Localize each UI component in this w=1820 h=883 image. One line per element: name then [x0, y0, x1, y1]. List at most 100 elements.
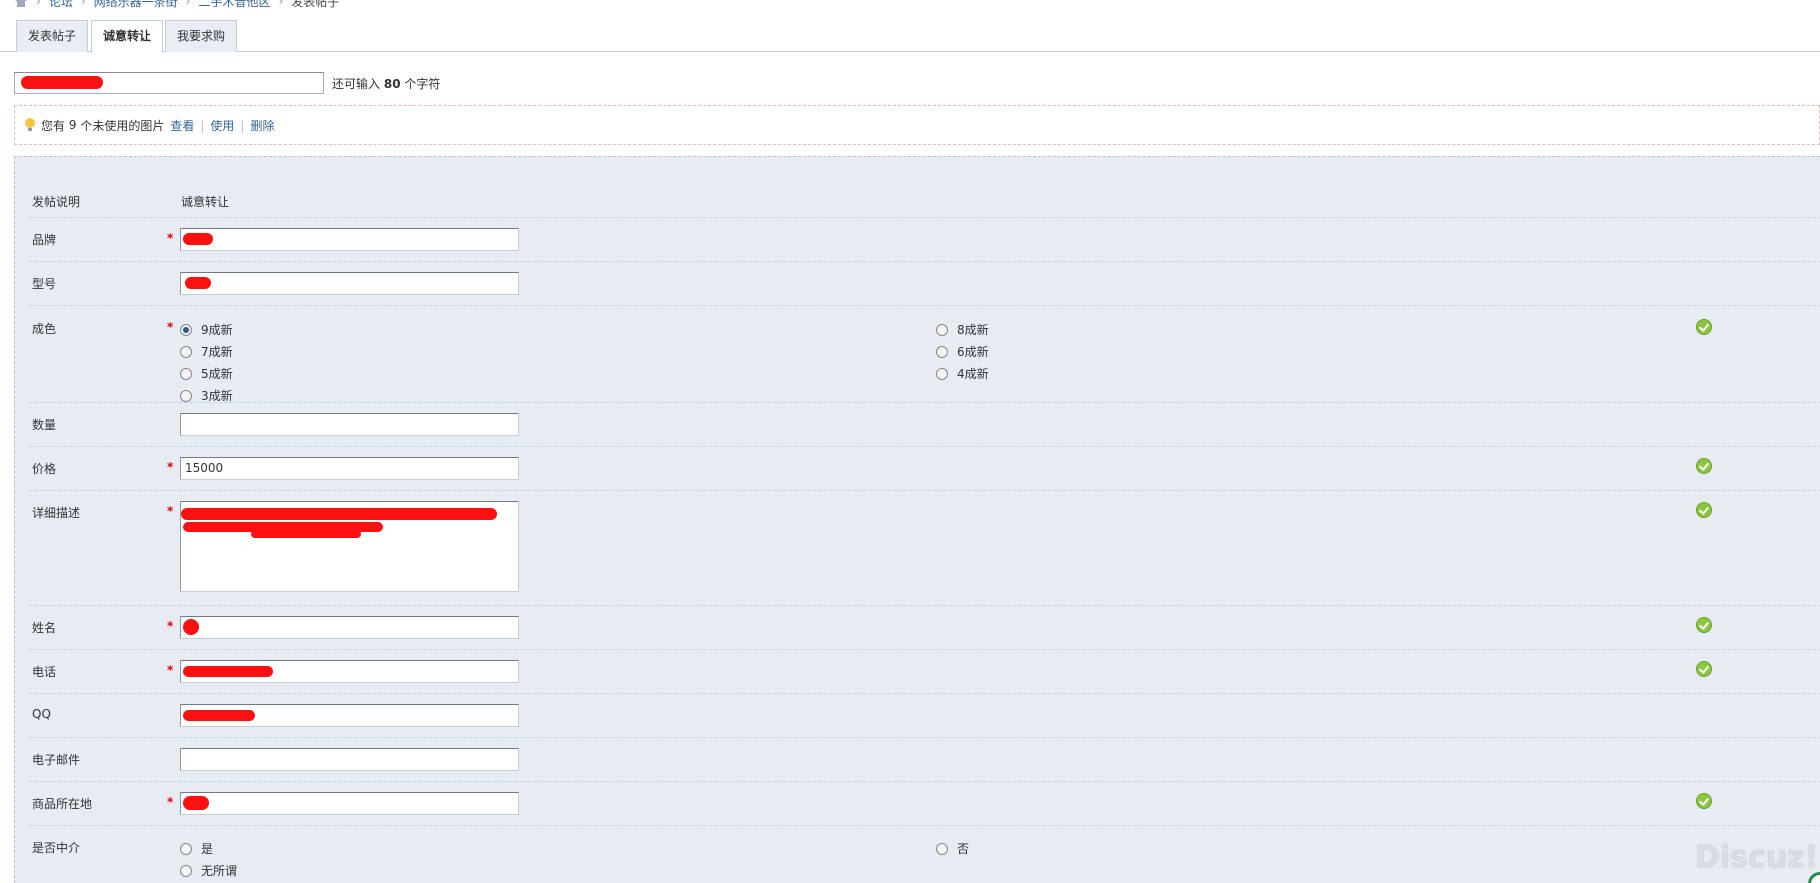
radio[interactable] — [936, 323, 948, 336]
email-input[interactable] — [180, 748, 519, 771]
valid-check-icon — [1696, 319, 1712, 335]
agent-label: 是否中介 — [32, 841, 81, 855]
agent-option-no[interactable]: 否 — [936, 840, 969, 857]
row-location: 商品所在地 * — [29, 782, 1820, 826]
row-brand: 品牌 * — [29, 218, 1820, 262]
model-label: 型号 — [32, 277, 57, 291]
location-label: 商品所在地 — [32, 797, 93, 811]
radio[interactable] — [180, 389, 192, 402]
view-images-link[interactable]: 查看 — [170, 119, 194, 133]
breadcrumb-section[interactable]: 网络乐器一条街 — [94, 0, 178, 10]
phone-label: 电话 — [32, 665, 57, 679]
row-description: 详细描述 * — [29, 491, 1820, 606]
home-icon[interactable] — [14, 0, 28, 7]
row-condition: 成色 * 9成新 8成新 7成新 6成新 5成新 4成新 3成新 — [29, 306, 1820, 403]
unused-image-count: 9 — [68, 118, 77, 132]
required-mark: * — [167, 460, 174, 474]
qq-input[interactable] — [180, 704, 519, 727]
radio[interactable] — [936, 367, 948, 380]
row-post-desc: 发帖说明 诚意转让 — [29, 173, 1820, 218]
valid-check-icon — [1696, 617, 1712, 633]
post-type-tabs: 发表帖子 诚意转让 我要求购 — [0, 20, 1820, 53]
condition-label: 成色 — [32, 322, 57, 336]
agent-option-any[interactable]: 无所谓 — [180, 862, 237, 879]
redaction-mark — [251, 530, 361, 538]
row-price: 价格 * 15000 — [29, 447, 1820, 491]
required-mark: * — [167, 663, 174, 677]
unused-images-notice: 您有 9 个未使用的图片 查看 | 使用 | 删除 — [14, 105, 1820, 145]
name-input[interactable] — [180, 616, 519, 639]
valid-check-icon — [1696, 661, 1712, 677]
redaction-mark — [183, 666, 273, 677]
quantity-label: 数量 — [32, 418, 57, 432]
breadcrumb-board[interactable]: 二手木音他区 — [198, 0, 270, 10]
description-textarea[interactable] — [180, 501, 519, 592]
row-qq: QQ — [29, 694, 1820, 738]
redaction-mark — [21, 76, 103, 89]
redaction-mark — [183, 233, 213, 245]
required-mark: * — [167, 504, 174, 518]
qq-label: QQ — [32, 707, 51, 721]
price-input[interactable]: 15000 — [180, 457, 519, 480]
breadcrumb-current: 发表帖子 — [291, 0, 340, 9]
condition-option-5[interactable]: 5成新 — [180, 365, 233, 382]
valid-check-icon — [1696, 793, 1712, 809]
condition-option-9[interactable]: 9成新 — [180, 321, 233, 338]
price-label: 价格 — [32, 462, 57, 476]
redaction-mark — [183, 619, 199, 635]
radio[interactable] — [180, 864, 192, 877]
redaction-mark — [185, 277, 211, 289]
discuz-watermark: Discuz! — [1695, 840, 1819, 875]
location-input[interactable] — [180, 792, 519, 815]
valid-check-icon — [1696, 458, 1712, 474]
breadcrumb-forum[interactable]: 论坛 — [49, 0, 73, 10]
radio[interactable] — [936, 842, 948, 855]
name-label: 姓名 — [32, 621, 57, 635]
condition-option-4[interactable]: 4成新 — [936, 365, 989, 382]
breadcrumb: › 论坛 › 网络乐器一条街 › 二手木音他区 › 发表帖子 — [14, 0, 340, 10]
subject-row: 还可输入 80 个字符 — [14, 72, 440, 94]
row-name: 姓名 * — [29, 606, 1820, 650]
model-input[interactable] — [180, 272, 519, 295]
radio[interactable] — [180, 345, 192, 358]
phone-input[interactable] — [180, 660, 519, 683]
condition-option-8[interactable]: 8成新 — [936, 321, 989, 338]
email-label: 电子邮件 — [32, 753, 81, 767]
tab-buy[interactable]: 我要求购 — [165, 20, 238, 52]
row-agent: 是否中介 是 否 无所谓 — [29, 826, 1820, 883]
radio-selected[interactable] — [180, 323, 192, 336]
required-mark: * — [167, 619, 174, 633]
subject-char-hint: 还可输入 80 个字符 — [332, 76, 441, 91]
radio[interactable] — [936, 345, 948, 358]
condition-option-3[interactable]: 3成新 — [180, 387, 233, 404]
post-desc-label: 发帖说明 — [32, 195, 81, 209]
post-desc-value: 诚意转让 — [181, 195, 230, 209]
redaction-mark — [183, 796, 209, 810]
row-phone: 电话 * — [29, 650, 1820, 694]
use-images-link[interactable]: 使用 — [210, 119, 234, 133]
condition-option-7[interactable]: 7成新 — [180, 343, 233, 360]
row-quantity: 数量 — [29, 403, 1820, 447]
required-mark: * — [167, 320, 174, 334]
row-model: 型号 — [29, 262, 1820, 306]
tab-sell[interactable]: 诚意转让 — [91, 20, 164, 53]
valid-check-icon — [1696, 502, 1712, 518]
brand-label: 品牌 — [32, 233, 57, 247]
redaction-mark — [181, 508, 497, 520]
required-mark: * — [167, 231, 174, 245]
description-label: 详细描述 — [32, 506, 81, 520]
delete-images-link[interactable]: 删除 — [250, 119, 274, 133]
agent-option-yes[interactable]: 是 — [180, 840, 213, 857]
radio[interactable] — [180, 367, 192, 380]
row-email: 电子邮件 — [29, 738, 1820, 782]
radio[interactable] — [180, 842, 192, 855]
condition-option-6[interactable]: 6成新 — [936, 343, 989, 360]
tab-new-post[interactable]: 发表帖子 — [16, 20, 89, 52]
required-mark: * — [167, 795, 174, 809]
redaction-mark — [183, 710, 255, 721]
quantity-input[interactable] — [180, 413, 519, 436]
lightbulb-icon — [25, 118, 35, 132]
subject-input[interactable] — [14, 72, 324, 94]
trade-form-panel: 发帖说明 诚意转让 品牌 * 型号 成色 * 9成新 8成新 7成新 6成新 5… — [14, 156, 1820, 883]
brand-input[interactable] — [180, 228, 519, 251]
